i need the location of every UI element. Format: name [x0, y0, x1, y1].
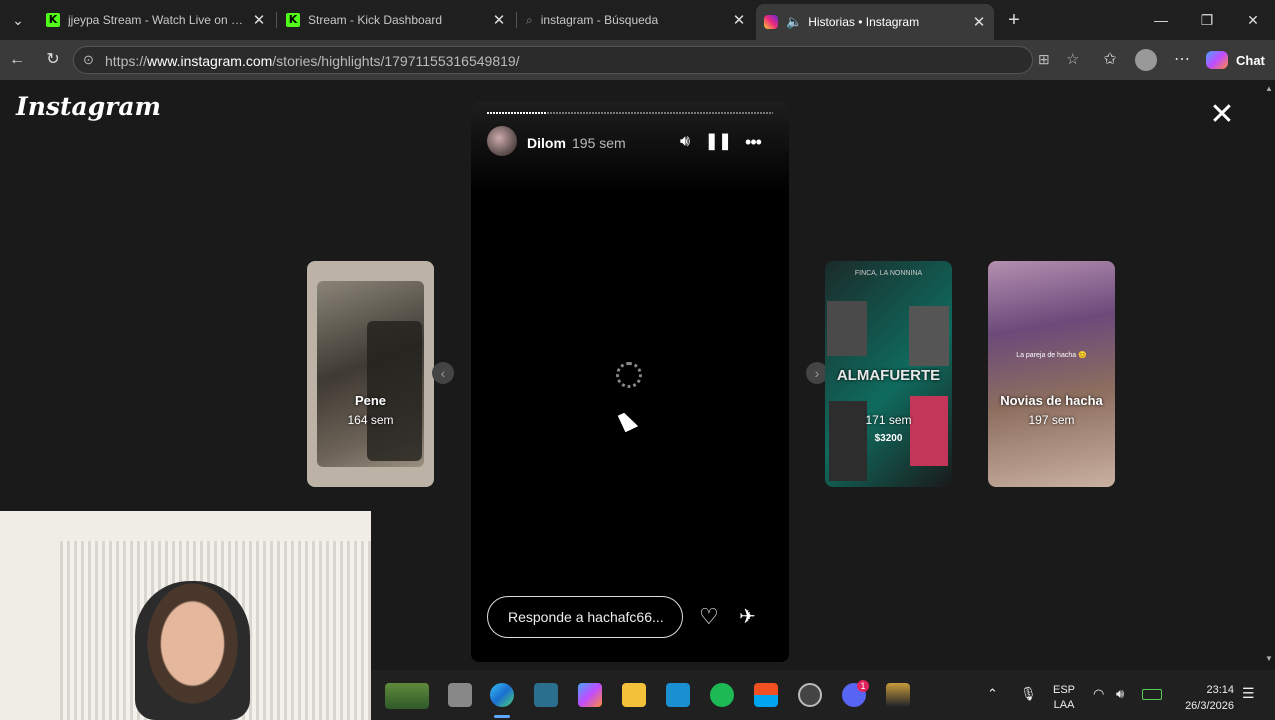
card-time: 171 sem — [865, 413, 912, 427]
tab-kick-dashboard[interactable]: K Stream - Kick Dashboard ✕ — [278, 4, 514, 36]
close-window-button[interactable]: ✕ — [1230, 8, 1275, 32]
progress-bar — [487, 112, 773, 114]
back-icon[interactable]: ← — [5, 48, 29, 72]
story-thumbnail — [909, 306, 949, 366]
webcam-overlay — [0, 511, 371, 720]
clock[interactable]: 23:14 26/3/2026 — [1176, 682, 1234, 714]
instagram-icon — [764, 15, 778, 29]
profile-icon[interactable] — [1135, 49, 1157, 71]
obs-icon[interactable] — [798, 683, 822, 707]
battery-icon[interactable] — [1142, 689, 1162, 700]
tab-bar: ⌄ K jjeypa Stream - Watch Live on Kick ✕… — [0, 0, 1275, 40]
more-options-icon[interactable]: ••• — [741, 130, 765, 154]
send-icon[interactable]: ✈ — [739, 606, 756, 628]
volume-tray-icon[interactable]: 🔊︎ — [1116, 686, 1124, 702]
address-bar[interactable]: ⊙ https://www.instagram.com/stories/high… — [73, 46, 1079, 74]
task-view-icon[interactable] — [448, 683, 472, 707]
story-card-novias-de-hacha[interactable]: La pareja de hacha 😊 Novias de hacha 197… — [988, 261, 1115, 487]
close-stories-icon[interactable]: ✕ — [1207, 100, 1237, 130]
wifi-icon[interactable]: ◠ — [1093, 686, 1104, 702]
card-overlay-text: FINCA, LA NONNINA — [854, 270, 923, 277]
loading-spinner-icon — [616, 362, 642, 388]
tab-search[interactable]: ⌕ instagram - Búsqueda ✕ — [518, 4, 754, 36]
taskbar: 1 ⌃ 🎙︎ ESP LAA ◠ 🔊︎ 23:14 26/3/2026 ☰ — [371, 670, 1275, 720]
restore-button[interactable]: ❐ — [1184, 8, 1230, 32]
address-toolbar: ← ↻ ⊙ https://www.instagram.com/stories/… — [0, 40, 1275, 80]
tab-title: instagram - Búsqueda — [540, 13, 659, 27]
story-card-almafuerte[interactable]: FINCA, LA NONNINA ALMAFUERTE 171 sem $32… — [825, 261, 952, 487]
widgets-icon[interactable] — [385, 683, 429, 709]
tab-kick-stream[interactable]: K jjeypa Stream - Watch Live on Kick ✕ — [38, 4, 274, 36]
spotify-icon[interactable] — [710, 683, 734, 707]
story-thumbnail — [910, 396, 948, 466]
story-viewer[interactable]: Dilom 195 sem 🔊︎ ❚❚ ••• Responde a hacha… — [471, 102, 789, 662]
tab-instagram-stories[interactable]: 🔈 Historias • Instagram ✕ — [756, 4, 994, 40]
avatar[interactable] — [487, 126, 517, 156]
show-hidden-icons[interactable]: ⌃ — [987, 686, 998, 702]
chat-label: Chat — [1236, 52, 1265, 68]
microphone-icon[interactable]: 🎙︎ — [1020, 686, 1037, 702]
story-thumbnail — [827, 301, 867, 356]
close-tab-icon[interactable]: ✕ — [252, 11, 266, 29]
edge-icon[interactable] — [490, 683, 514, 707]
progress-fill — [487, 112, 548, 114]
story-thumbnail — [367, 321, 422, 461]
app-icon[interactable] — [666, 683, 690, 707]
app-available-icon[interactable]: ⊞ — [1038, 51, 1050, 68]
new-tab-button[interactable]: + — [1002, 8, 1026, 32]
copilot-icon[interactable] — [578, 683, 602, 707]
kick-icon: K — [286, 13, 300, 27]
notification-badge: 1 — [857, 680, 869, 692]
favorites-icon[interactable]: ✩ — [1098, 48, 1122, 72]
close-tab-icon[interactable]: ✕ — [492, 11, 506, 29]
card-time: 197 sem — [1028, 413, 1075, 427]
card-overlay-caption: La pareja de hacha 😊 — [1016, 352, 1087, 359]
instagram-logo[interactable]: Instagram — [16, 92, 161, 121]
scrollbar[interactable]: ▲ ▼ — [1261, 80, 1275, 670]
more-menu-icon[interactable]: ⋯ — [1170, 48, 1194, 72]
previous-story-icon[interactable]: ‹ — [432, 362, 454, 384]
minimize-button[interactable]: — — [1138, 8, 1184, 32]
card-price: $3200 — [874, 433, 903, 444]
streamer-video — [135, 581, 250, 720]
story-card-pene[interactable]: Pene 164 sem — [307, 261, 434, 487]
copilot-chat-button[interactable]: Chat — [1206, 48, 1265, 72]
card-name: ALMAFUERTE — [836, 367, 941, 384]
reply-input[interactable]: Responde a hachafc66... — [487, 596, 683, 638]
card-name: Novias de hacha — [1000, 393, 1103, 408]
story-time: 195 sem — [572, 135, 626, 151]
microsoft-store-icon[interactable] — [754, 683, 778, 707]
tab-title: jjeypa Stream - Watch Live on Kick — [68, 13, 246, 27]
input-language[interactable]: ESP LAA — [1053, 683, 1075, 713]
league-client-icon[interactable] — [886, 683, 910, 707]
close-tab-icon[interactable]: ✕ — [972, 13, 986, 31]
reload-icon[interactable]: ↻ — [41, 48, 65, 72]
notifications-icon[interactable]: ☰ — [1242, 685, 1255, 702]
site-info-icon[interactable]: ⊙ — [83, 52, 94, 68]
volume-icon[interactable]: 🔊︎ — [673, 130, 697, 154]
app-icon[interactable] — [534, 683, 558, 707]
pause-icon[interactable]: ❚❚ — [705, 130, 732, 154]
story-username[interactable]: Dilom — [527, 135, 566, 151]
favorite-star-icon[interactable]: ☆ — [1066, 50, 1079, 68]
like-heart-icon[interactable]: ♡ — [699, 606, 719, 628]
kick-icon: K — [46, 13, 60, 27]
tab-title: Historias • Instagram — [808, 15, 920, 29]
tab-list-button[interactable]: ⌄ — [6, 8, 30, 32]
search-icon: ⌕ — [526, 12, 533, 27]
close-tab-icon[interactable]: ✕ — [732, 11, 746, 29]
card-time: 164 sem — [347, 413, 394, 427]
speaker-icon[interactable]: 🔈 — [786, 14, 802, 30]
file-explorer-icon[interactable] — [622, 683, 646, 707]
story-header: Dilom 195 sem 🔊︎ ❚❚ ••• — [471, 102, 789, 192]
tab-title: Stream - Kick Dashboard — [308, 13, 443, 27]
url-text: https://www.instagram.com/stories/highli… — [105, 53, 520, 69]
copilot-icon — [1206, 51, 1228, 69]
mouse-cursor-icon — [617, 409, 639, 433]
card-name: Pene — [354, 393, 387, 408]
